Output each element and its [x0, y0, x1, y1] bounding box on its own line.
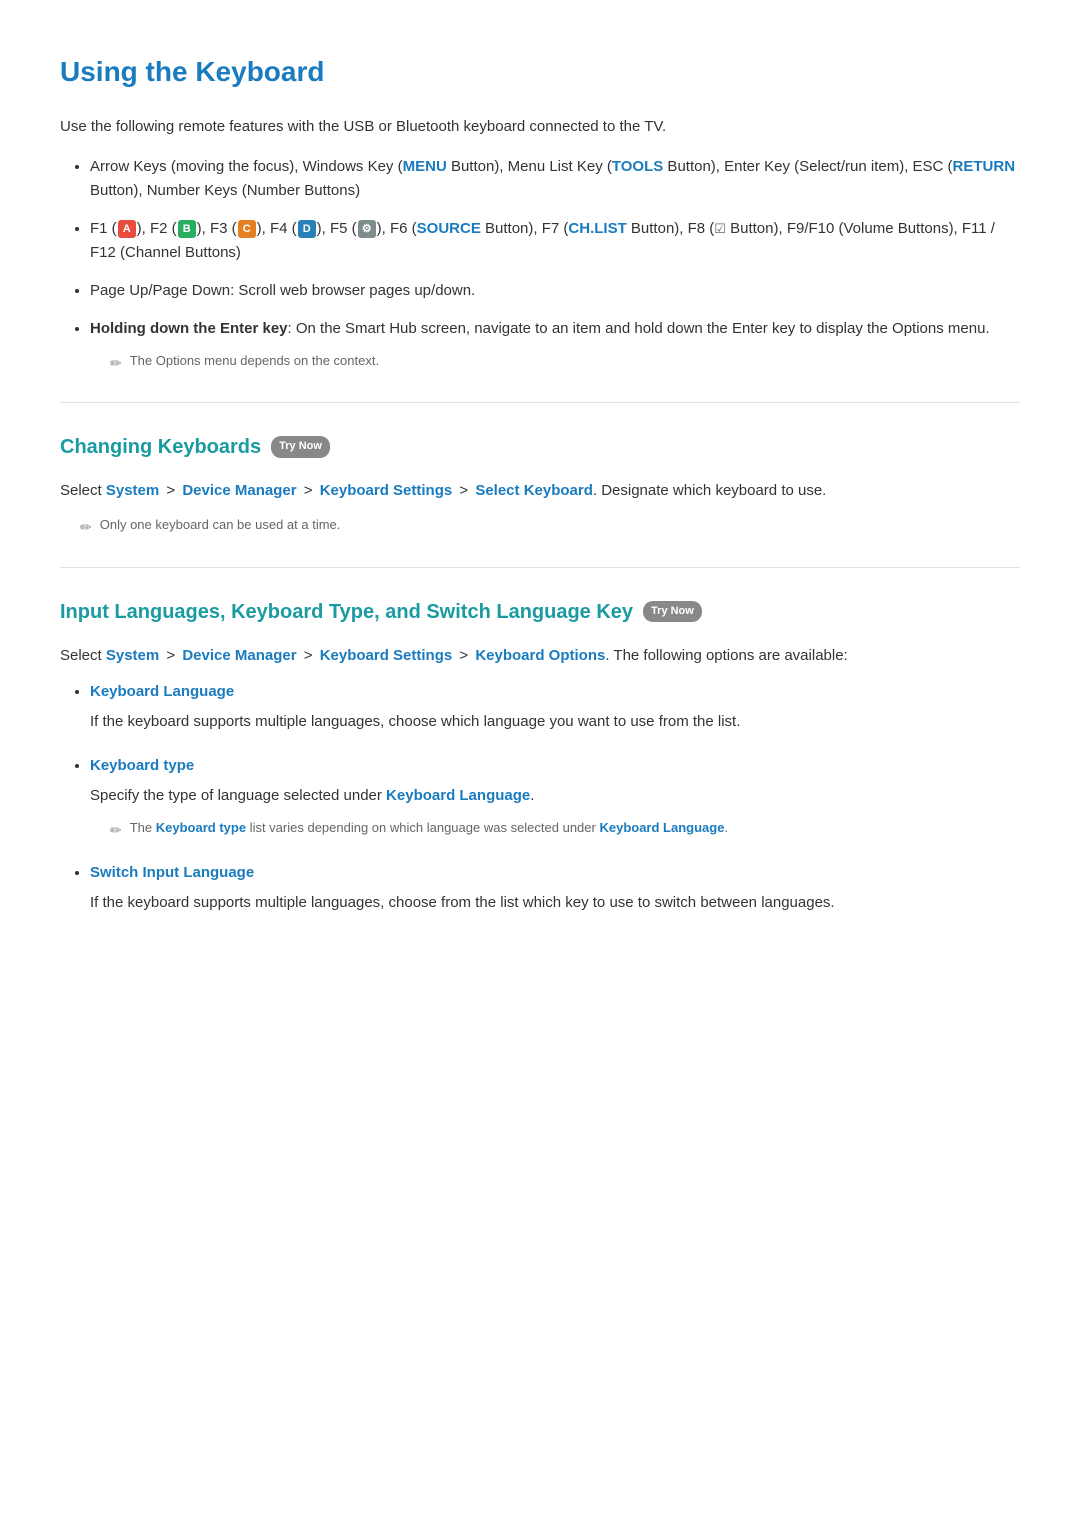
- nav-arrow: >: [304, 482, 313, 499]
- source-highlight: SOURCE: [417, 220, 481, 237]
- note-text: The Options menu depends on the context.: [130, 351, 379, 372]
- nav-arrow: >: [459, 482, 468, 499]
- note-text: The Keyboard type list varies depending …: [130, 818, 728, 839]
- keyboard-type-title: Keyboard type: [90, 754, 1020, 778]
- list-item: Holding down the Enter key: On the Smart…: [90, 317, 1020, 374]
- chlist-highlight: CH.LIST: [568, 220, 626, 237]
- list-item: F1 (A), F2 (B), F3 (C), F4 (D), F5 (⚙), …: [90, 217, 1020, 265]
- input-languages-title: Input Languages, Keyboard Type, and Swit…: [60, 596, 1020, 628]
- nav-arrow: >: [166, 482, 175, 499]
- nav-select-keyboard: Select Keyboard: [475, 482, 593, 499]
- nav-device-manager-2: Device Manager: [182, 647, 296, 664]
- list-item: Arrow Keys (moving the focus), Windows K…: [90, 155, 1020, 203]
- main-bullet-list: Arrow Keys (moving the focus), Windows K…: [60, 155, 1020, 374]
- return-highlight: RETURN: [953, 158, 1016, 175]
- nav-keyboard-settings-2: Keyboard Settings: [320, 647, 453, 664]
- keyboard-options-list: Keyboard Language If the keyboard suppor…: [60, 680, 1020, 915]
- key-d-badge: D: [298, 220, 316, 238]
- page-title: Using the Keyboard: [60, 50, 1020, 95]
- pencil-icon: ✏: [110, 819, 122, 841]
- intro-paragraph: Use the following remote features with t…: [60, 115, 1020, 139]
- nav-system: System: [106, 482, 159, 499]
- key-e-badge: ⚙: [358, 220, 376, 238]
- list-item: Switch Input Language If the keyboard su…: [90, 861, 1020, 915]
- section-title-text: Input Languages, Keyboard Type, and Swit…: [60, 596, 633, 628]
- keyboard-type-note: ✏ The Keyboard type list varies dependin…: [110, 818, 1020, 841]
- kblang-inline: Keyboard Language: [599, 820, 724, 835]
- bold-enter-key: Holding down the Enter key: [90, 320, 288, 337]
- list-item: Page Up/Page Down: Scroll web browser pa…: [90, 279, 1020, 303]
- key-b-badge: B: [178, 220, 196, 238]
- try-now-badge-2[interactable]: Try Now: [643, 601, 702, 623]
- keyboard-language-link: Keyboard Language: [386, 787, 530, 804]
- pencil-icon: ✏: [80, 516, 92, 538]
- keyboard-language-desc: If the keyboard supports multiple langua…: [90, 710, 1020, 734]
- nav-keyboard-settings: Keyboard Settings: [320, 482, 453, 499]
- input-languages-section: Input Languages, Keyboard Type, and Swit…: [60, 596, 1020, 915]
- section-divider: [60, 402, 1020, 403]
- key-c-badge: C: [238, 220, 256, 238]
- check-icon: ☑: [714, 221, 726, 236]
- try-now-badge[interactable]: Try Now: [271, 436, 330, 458]
- nav-device-manager: Device Manager: [182, 482, 296, 499]
- keyboard-language-title: Keyboard Language: [90, 680, 1020, 704]
- nav-arrow: >: [459, 647, 468, 664]
- switch-input-title: Switch Input Language: [90, 861, 1020, 885]
- options-menu-note: ✏ The Options menu depends on the contex…: [110, 351, 1020, 374]
- nav-keyboard-options: Keyboard Options: [475, 647, 605, 664]
- kbtype-inline: Keyboard type: [156, 820, 246, 835]
- nav-arrow: >: [304, 647, 313, 664]
- switch-input-desc: If the keyboard supports multiple langua…: [90, 891, 1020, 915]
- nav-arrow: >: [166, 647, 175, 664]
- one-keyboard-note: ✏ Only one keyboard can be used at a tim…: [80, 515, 1020, 538]
- pencil-icon: ✏: [110, 352, 122, 374]
- changing-keyboards-title: Changing Keyboards Try Now: [60, 431, 1020, 463]
- keyboard-type-desc: Specify the type of language selected un…: [90, 784, 1020, 808]
- section-title-text: Changing Keyboards: [60, 431, 261, 463]
- note-text: Only one keyboard can be used at a time.: [100, 515, 341, 536]
- nav-system-2: System: [106, 647, 159, 664]
- list-item: Keyboard Language If the keyboard suppor…: [90, 680, 1020, 734]
- changing-keyboards-section: Changing Keyboards Try Now Select System…: [60, 431, 1020, 538]
- changing-keyboards-nav: Select System > Device Manager > Keyboar…: [60, 479, 1020, 503]
- list-item: Keyboard type Specify the type of langua…: [90, 754, 1020, 841]
- key-a-badge: A: [118, 220, 136, 238]
- tools-highlight: TOOLS: [612, 158, 663, 175]
- section-divider: [60, 567, 1020, 568]
- input-languages-nav: Select System > Device Manager > Keyboar…: [60, 644, 1020, 668]
- menu-highlight: MENU: [403, 158, 447, 175]
